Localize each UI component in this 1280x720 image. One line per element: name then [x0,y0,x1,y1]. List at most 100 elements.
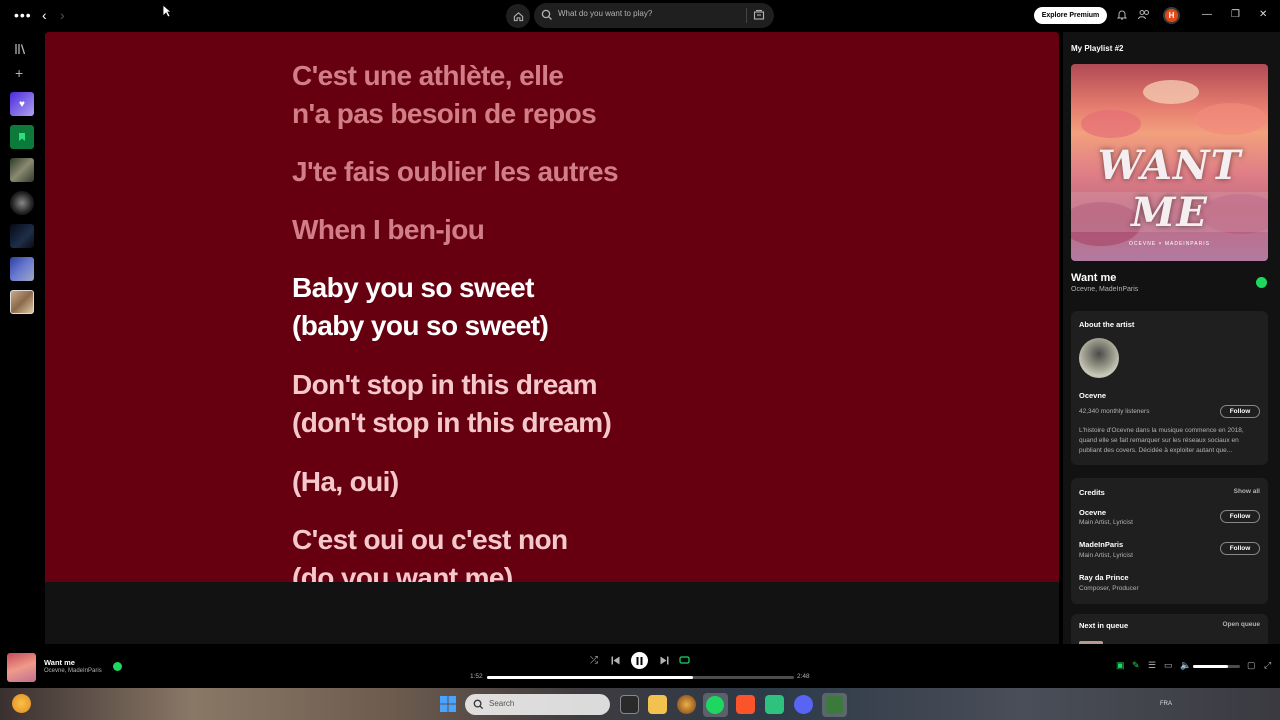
library-item-1[interactable] [10,158,34,182]
panel-song-artists[interactable]: Ocevne, MadeInParis [1071,286,1138,293]
monthly-listeners: 42,340 monthly listeners [1079,408,1150,415]
search-input[interactable]: What do you want to play? [534,3,774,28]
app-icon-2[interactable] [765,695,784,714]
fullscreen-icon[interactable]: ⤢ [1264,660,1271,671]
lyric-line[interactable]: (don't stop in this dream) [292,404,612,442]
task-view-icon[interactable] [620,695,639,714]
repeat-icon[interactable] [679,655,690,665]
saved-check-icon[interactable] [1256,277,1267,288]
lyric-line[interactable]: C'est une athlète, elle [292,57,564,95]
close-icon[interactable]: ✕ [1259,9,1267,20]
follow-credit-button[interactable]: Follow [1220,542,1260,555]
home-button[interactable] [506,4,530,28]
artist-avatar[interactable] [1079,338,1119,378]
keyboard-language[interactable]: FRA [1160,701,1172,707]
menu-dots-icon[interactable]: ••• [14,7,32,23]
app-icon-3 [826,696,843,714]
library-icon[interactable] [14,43,26,55]
credits-show-all-link[interactable]: Show all [1234,488,1260,495]
credit-name[interactable]: Ocevne [1079,508,1106,517]
now-playing-saved-icon[interactable] [113,662,122,671]
library-item-4[interactable] [10,257,34,281]
now-playing-view-icon[interactable]: ▣ [1116,660,1125,671]
panel-song-title[interactable]: Want me [1071,272,1116,284]
lyric-line[interactable]: (do you want me) [292,559,513,582]
windows-start-icon[interactable] [440,696,456,712]
artist-name[interactable]: Ocevne [1079,391,1106,400]
spotify-icon [706,696,724,714]
file-explorer-icon[interactable] [648,695,667,714]
home-icon [513,11,523,21]
app-icon-1[interactable] [677,695,696,714]
connect-device-icon[interactable]: ▭ [1164,660,1173,671]
lyric-line[interactable]: When I ben-jou [292,211,485,249]
lyrics-view[interactable]: C'est une athlète, elle n'a pas besoin d… [45,32,1059,582]
taskbar-search-input[interactable]: Search [465,694,610,715]
credits-heading: Credits [1079,488,1105,497]
queue-icon[interactable]: ☰ [1148,660,1156,671]
weather-widget-icon[interactable] [12,694,31,713]
credit-name[interactable]: MadeInParis [1079,540,1123,549]
lyric-line[interactable]: J'te fais oublier les autres [292,153,619,191]
pause-button[interactable] [631,652,648,669]
open-queue-link[interactable]: Open queue [1222,621,1260,628]
progress-bar[interactable] [487,676,794,679]
create-playlist-icon[interactable]: + [15,65,23,81]
shuffle-icon[interactable]: ⤮ [590,655,598,666]
maximize-icon[interactable]: ❐ [1231,9,1240,20]
notification-bell-icon[interactable] [1117,9,1127,20]
explore-premium-button[interactable]: Explore Premium [1034,7,1107,24]
back-arrow-icon[interactable]: ‹ [42,7,47,23]
lyric-line[interactable]: n'a pas besoin de repos [292,95,597,133]
browse-icon[interactable] [753,9,765,21]
panel-playlist-title[interactable]: My Playlist #2 [1071,44,1123,53]
follow-artist-button[interactable]: Follow [1220,405,1260,418]
taskbar-search-placeholder: Search [489,699,515,708]
now-playing-cover[interactable] [7,653,36,682]
active-app-button[interactable] [822,693,847,717]
heart-icon: ♥ [19,98,25,110]
lyric-line[interactable]: C'est oui ou c'est non [292,521,568,559]
liked-songs-tile[interactable]: ♥ [10,92,34,116]
queue-heading: Next in queue [1079,621,1129,630]
library-item-2[interactable] [10,191,34,215]
mini-player-icon[interactable]: ▢ [1247,660,1256,671]
about-artist-card[interactable]: About the artist Ocevne 42,340 monthly l… [1071,311,1268,465]
artist-bio[interactable]: L'histoire d'Ocevne dans la musique comm… [1079,426,1260,456]
follow-credit-button[interactable]: Follow [1220,510,1260,523]
os-taskbar: Search FRA [0,688,1280,720]
lyric-line[interactable]: Don't stop in this dream [292,366,598,404]
cover-credit-text: OCEVNE × MADEINPARIS [1129,241,1210,247]
user-avatar[interactable]: H [1163,7,1180,24]
now-playing-artists[interactable]: Ocevne, MadeInParis [44,668,102,674]
lyric-line[interactable]: (Ha, oui) [292,463,399,501]
lyrics-icon[interactable]: ✎ [1132,660,1140,671]
lyric-line-active[interactable]: Baby you so sweet [292,269,534,307]
discord-icon[interactable] [794,695,813,714]
spotify-taskbar-button[interactable] [703,693,728,717]
previous-icon[interactable] [611,656,620,665]
brave-browser-icon[interactable] [736,695,755,714]
pause-icon [636,656,643,665]
credit-name[interactable]: Ray da Prince [1079,573,1129,582]
progress-fill [487,676,693,679]
queue-card: Next in queue Open queue [1071,614,1268,644]
library-item-3[interactable] [10,224,34,248]
player-bar: Want me Ocevne, MadeInParis ⤮ 1:52 2:48 … [0,644,1280,688]
volume-slider[interactable] [1193,665,1240,668]
mouse-cursor-icon [162,4,172,18]
search-placeholder: What do you want to play? [558,9,653,18]
duration-time: 2:48 [797,673,810,680]
friend-activity-icon[interactable] [1138,9,1150,20]
minimize-icon[interactable]: — [1202,9,1212,20]
credit-role: Main Artist, Lyricist [1079,519,1133,526]
now-playing-title[interactable]: Want me [44,658,75,667]
next-icon[interactable] [660,656,669,665]
library-rail: + ♥ [0,32,42,644]
your-episodes-tile[interactable] [10,125,34,149]
forward-arrow-icon[interactable]: › [60,7,65,23]
volume-icon[interactable]: 🔈 [1180,660,1191,671]
lyric-line-active[interactable]: (baby you so sweet) [292,307,549,345]
credit-role: Main Artist, Lyricist [1079,552,1133,559]
library-item-5[interactable] [10,290,34,314]
